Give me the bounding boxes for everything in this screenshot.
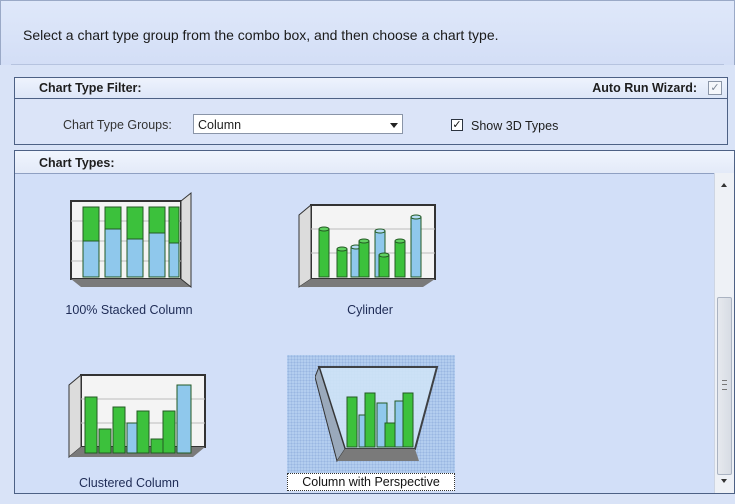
instruction-panel: Select a chart type group from the combo…	[0, 0, 735, 65]
chart-type-groups-combo[interactable]: Column	[193, 114, 403, 134]
cylinder-chart-icon	[298, 203, 436, 288]
scrollbar-thumb[interactable]	[717, 297, 732, 475]
combo-value: Column	[198, 118, 242, 132]
chart-type-label: Clustered Column	[78, 476, 180, 490]
scroll-up-icon[interactable]	[721, 183, 727, 187]
clustered-column-chart-icon	[68, 373, 206, 459]
filter-header: Chart Type Filter: Auto Run Wizard: ✓	[15, 78, 727, 99]
perspective-column-chart-icon	[315, 365, 439, 463]
chevron-down-icon[interactable]	[390, 123, 398, 128]
chart-type-label: Cylinder	[347, 303, 393, 317]
stacked-column-chart-icon	[70, 191, 192, 289]
chart-types-header: Chart Types:	[15, 151, 734, 174]
auto-run-wizard-label: Auto Run Wizard:	[592, 81, 697, 95]
chart-type-label: 100% Stacked Column	[65, 303, 193, 317]
vertical-scrollbar[interactable]	[714, 173, 734, 493]
chart-type-groups-label: Chart Type Groups:	[63, 118, 172, 132]
divider	[11, 64, 724, 65]
auto-run-wizard-checkbox[interactable]: ✓	[708, 81, 722, 95]
chart-type-label: Column with Perspective	[287, 473, 455, 491]
show-3d-types-label[interactable]: Show 3D Types	[471, 119, 558, 133]
scroll-down-icon[interactable]	[721, 479, 727, 483]
chart-types-panel: Chart Types: 100% Stacked Column Cylinde…	[14, 150, 735, 494]
show-3d-types-checkbox[interactable]: ✓	[451, 119, 463, 131]
instruction-text: Select a chart type group from the combo…	[23, 27, 499, 43]
filter-title: Chart Type Filter:	[39, 81, 142, 95]
chart-type-filter-panel: Chart Type Filter: Auto Run Wizard: ✓ Ch…	[14, 77, 728, 145]
grip-icon	[722, 380, 727, 390]
chart-types-title: Chart Types:	[39, 156, 115, 170]
